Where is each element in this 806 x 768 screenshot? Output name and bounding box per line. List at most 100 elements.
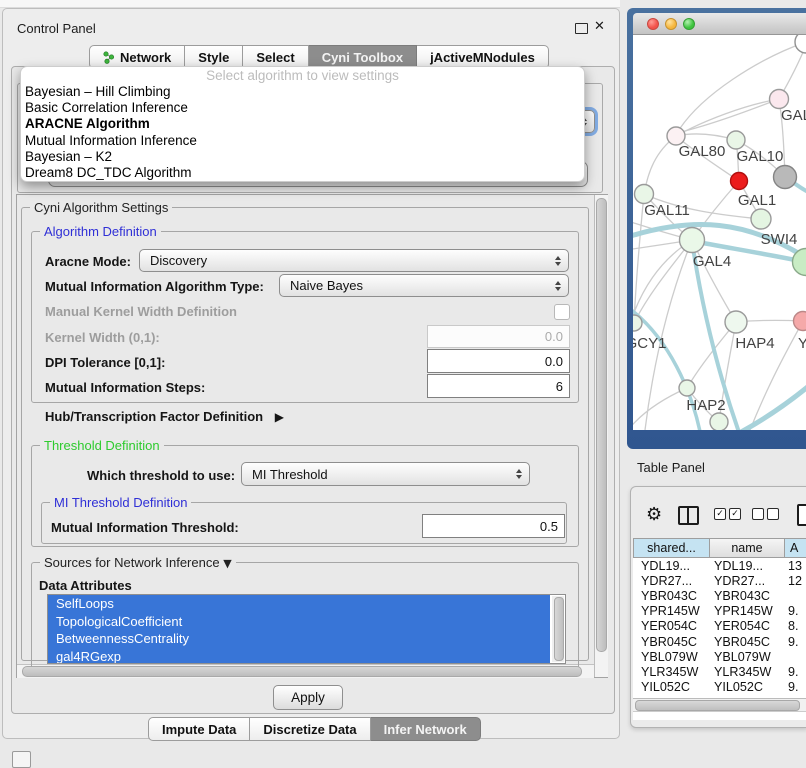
attribute-item-selfloops[interactable]: SelfLoops <box>48 595 550 613</box>
network-node-bottom-partial[interactable] <box>710 413 728 430</box>
mi-steps-field[interactable]: 6 <box>427 374 570 398</box>
dpi-tolerance-label: DPI Tolerance [0,1]: <box>45 355 165 370</box>
table-cell: YIL052C <box>633 680 710 694</box>
table-row[interactable]: YBL079WYBL079W <box>633 649 806 664</box>
column-header-partial[interactable]: A <box>785 538 806 558</box>
tab-label: Impute Data <box>162 722 236 737</box>
float-window-icon[interactable] <box>575 23 588 34</box>
gear-icon[interactable]: ⚙ <box>646 504 662 525</box>
bottom-tab-infer-network[interactable]: Infer Network <box>371 717 481 741</box>
unchecked-box-icon[interactable] <box>752 508 764 520</box>
table-row[interactable]: YDR27...YDR27...12 <box>633 573 806 588</box>
dropdown-item-dream8-dc-tdc-algorithm[interactable]: Dream8 DC_TDC Algorithm <box>21 165 584 181</box>
dropdown-item-mutual-information-inference[interactable]: Mutual Information Inference <box>21 133 584 149</box>
network-node-gray-node[interactable] <box>774 166 797 189</box>
mi-steps-label: Mutual Information Steps: <box>45 380 205 395</box>
table-cell: 9. <box>785 635 806 649</box>
table-row[interactable]: YPR145WYPR145W9. <box>633 604 806 619</box>
mi-threshold-group-title: MI Threshold Definition <box>50 495 191 510</box>
table-row[interactable]: YER054CYER054C8. <box>633 619 806 634</box>
network-node-red-node[interactable] <box>731 173 748 190</box>
node-label-gal7: GAL7 <box>781 107 806 124</box>
table-row[interactable]: YDL19...YDL19...13 <box>633 558 806 573</box>
split-column-icon[interactable] <box>678 506 699 525</box>
column-header-shared-name[interactable]: shared... <box>633 538 710 558</box>
apply-button[interactable]: Apply <box>273 685 343 710</box>
data-attributes-list[interactable]: SelfLoopsTopologicalCoefficientBetweenne… <box>47 594 566 664</box>
network-node-top-partial[interactable] <box>795 35 806 53</box>
mi-threshold-field[interactable]: 0.5 <box>422 514 565 538</box>
attribute-item-gal4rgexp[interactable]: gal4RGexp <box>48 648 550 665</box>
table-cell: 9. <box>785 680 806 694</box>
hub-definition-expander[interactable]: Hub/Transcription Factor Definition ▶ <box>45 409 284 424</box>
node-label-gal11: GAL11 <box>644 202 690 219</box>
network-edge[interactable] <box>633 388 687 430</box>
tab-label: Discretize Data <box>263 722 356 737</box>
which-threshold-combo[interactable]: MI Threshold <box>241 462 530 486</box>
table-cell: 12 <box>785 574 806 588</box>
table-cell: 9. <box>785 604 806 618</box>
table-cell: YIL052C <box>710 680 785 694</box>
manual-kernel-label: Manual Kernel Width Definition <box>45 304 237 319</box>
network-canvas[interactable]: GAL7GAL80GAL10GAL1GAL11SWI4GAL4GCY1HAP4Y… <box>633 35 806 430</box>
document-icon[interactable] <box>797 504 806 526</box>
network-node-HAP4[interactable] <box>725 311 747 333</box>
table-row[interactable]: YBR045CYBR045C9. <box>633 634 806 649</box>
network-edge[interactable] <box>633 240 692 330</box>
minimize-button[interactable] <box>665 18 677 30</box>
network-node-HAP2[interactable] <box>679 380 695 396</box>
close-button[interactable] <box>647 18 659 30</box>
dropdown-item-bayesian-k2[interactable]: Bayesian – K2 <box>21 149 584 165</box>
close-icon[interactable]: ✕ <box>594 19 605 34</box>
sources-title-text: Sources for Network Inference <box>44 555 220 570</box>
dropdown-item-bayesian-hill-climbing[interactable]: Bayesian – Hill Climbing <box>21 84 584 100</box>
network-edge[interactable] <box>634 194 644 323</box>
mi-type-label: Mutual Information Algorithm Type: <box>45 279 264 294</box>
table-cell: YBR045C <box>710 635 785 649</box>
network-node-salmon-node[interactable] <box>794 312 806 331</box>
settings-horizontal-scrollbar-thumb[interactable] <box>22 666 582 677</box>
table-cell: YBL079W <box>710 650 785 664</box>
network-node-GAL1[interactable] <box>751 209 771 229</box>
dropdown-item-aracne-algorithm[interactable]: ARACNE Algorithm <box>21 116 584 132</box>
checked-box-icon[interactable]: ✓ <box>714 508 726 520</box>
network-node-GAL10[interactable] <box>727 131 745 149</box>
checked-box-icon[interactable]: ✓ <box>729 508 741 520</box>
settings-vertical-scrollbar-thumb[interactable] <box>596 198 607 652</box>
dropdown-item-basic-correlation-inference[interactable]: Basic Correlation Inference <box>21 100 584 116</box>
combo-stepper-icon <box>555 256 561 266</box>
mi-type-combo[interactable]: Naive Bayes <box>279 274 569 297</box>
table-row[interactable]: YLR345WYLR345W9. <box>633 664 806 679</box>
column-header-name[interactable]: name <box>710 538 785 558</box>
attribute-item-betweennesscentrality[interactable]: BetweennessCentrality <box>48 630 550 648</box>
list-scrollbar-thumb[interactable] <box>554 597 564 661</box>
zoom-button[interactable] <box>683 18 695 30</box>
table-cell: 9. <box>785 665 806 679</box>
table-row[interactable]: YBR043CYBR043C <box>633 588 806 603</box>
kernel-width-field[interactable]: 0.0 <box>427 325 570 348</box>
dpi-tolerance-field[interactable]: 0.0 <box>427 349 570 373</box>
manual-kernel-checkbox[interactable] <box>554 304 570 320</box>
aracne-mode-combo[interactable]: Discovery <box>139 249 569 272</box>
table-cell: 8. <box>785 619 806 633</box>
table-cell: YPR145W <box>633 604 710 618</box>
unchecked-box-icon[interactable] <box>767 508 779 520</box>
list-scrollbar[interactable] <box>552 596 564 662</box>
collapse-down-icon[interactable]: ▼ <box>223 557 231 570</box>
collapsed-panel-icon[interactable] <box>12 751 31 768</box>
aracne-mode-value: Discovery <box>150 253 207 268</box>
network-window-titlebar[interactable] <box>633 13 806 35</box>
tab-label: Style <box>198 50 229 65</box>
network-node-GCY1[interactable] <box>633 315 642 331</box>
network-node-GAL11[interactable] <box>635 185 654 204</box>
bottom-tab-discretize-data[interactable]: Discretize Data <box>250 717 370 741</box>
attribute-item-topologicalcoefficient[interactable]: TopologicalCoefficient <box>48 613 550 631</box>
network-edge[interactable] <box>634 240 692 323</box>
table-cell: YBR045C <box>633 635 710 649</box>
node-label-hap4: HAP4 <box>735 335 774 352</box>
bottom-tab-impute-data[interactable]: Impute Data <box>148 717 250 741</box>
network-node-GAL4[interactable] <box>680 228 705 253</box>
table-horizontal-scrollbar-thumb[interactable] <box>635 700 800 711</box>
network-node-pink-upper[interactable] <box>770 90 789 109</box>
table-row[interactable]: YIL052CYIL052C9. <box>633 680 806 695</box>
